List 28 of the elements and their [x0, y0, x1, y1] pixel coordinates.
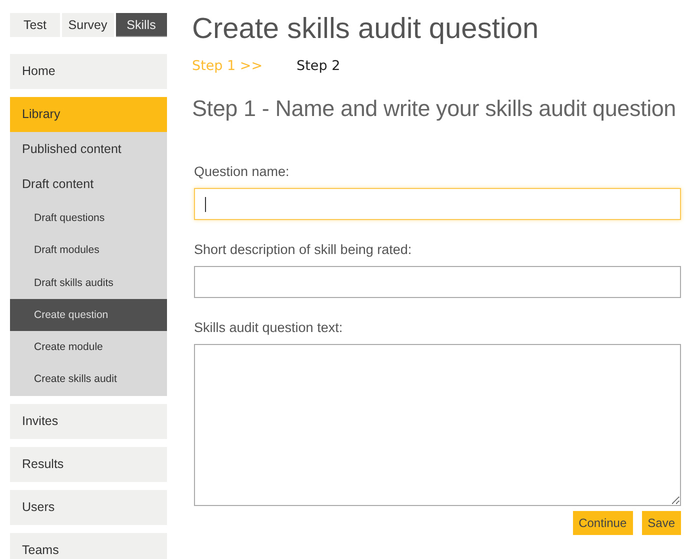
input-field[interactable]	[194, 266, 681, 298]
submenu-item[interactable]: Published content	[10, 132, 167, 167]
input-field[interactable]	[194, 188, 681, 220]
continue-button[interactable]: Continue	[572, 511, 633, 535]
submenu-item[interactable]: Create module	[10, 331, 167, 364]
page-title: Create skills audit question	[192, 13, 540, 46]
submenu-item[interactable]: Create question	[10, 298, 167, 332]
field-label: Question name:	[194, 164, 290, 181]
submenu-item[interactable]: Draft questions	[10, 202, 167, 234]
menu-item[interactable]: Results	[10, 446, 167, 482]
menu-item[interactable]: Invites	[10, 404, 167, 439]
save-button[interactable]: Save	[642, 511, 681, 535]
tab[interactable]: Test	[10, 13, 60, 37]
field-label: Skills audit question text:	[194, 320, 344, 337]
submenu-item[interactable]: Draft modules	[10, 234, 167, 267]
menu-item[interactable]: Home	[10, 54, 167, 89]
step-link[interactable]: Step 2	[296, 58, 340, 74]
text-area[interactable]	[194, 344, 681, 506]
menu-item[interactable]: Teams	[10, 532, 167, 559]
menu-item[interactable]: Library	[10, 97, 167, 132]
submenu-item[interactable]: Draft content	[10, 167, 167, 202]
submenu-item[interactable]: Create skills audit	[10, 363, 167, 396]
submenu-item[interactable]: Draft skills audits	[10, 266, 167, 299]
tab[interactable]: Skills	[116, 13, 167, 37]
menu-item[interactable]: Users	[10, 490, 167, 525]
section-title: Step 1 - Name and write your skills audit question	[192, 96, 677, 122]
tab[interactable]: Survey	[62, 13, 114, 37]
field-label: Short description of skill being rated:	[194, 242, 413, 259]
